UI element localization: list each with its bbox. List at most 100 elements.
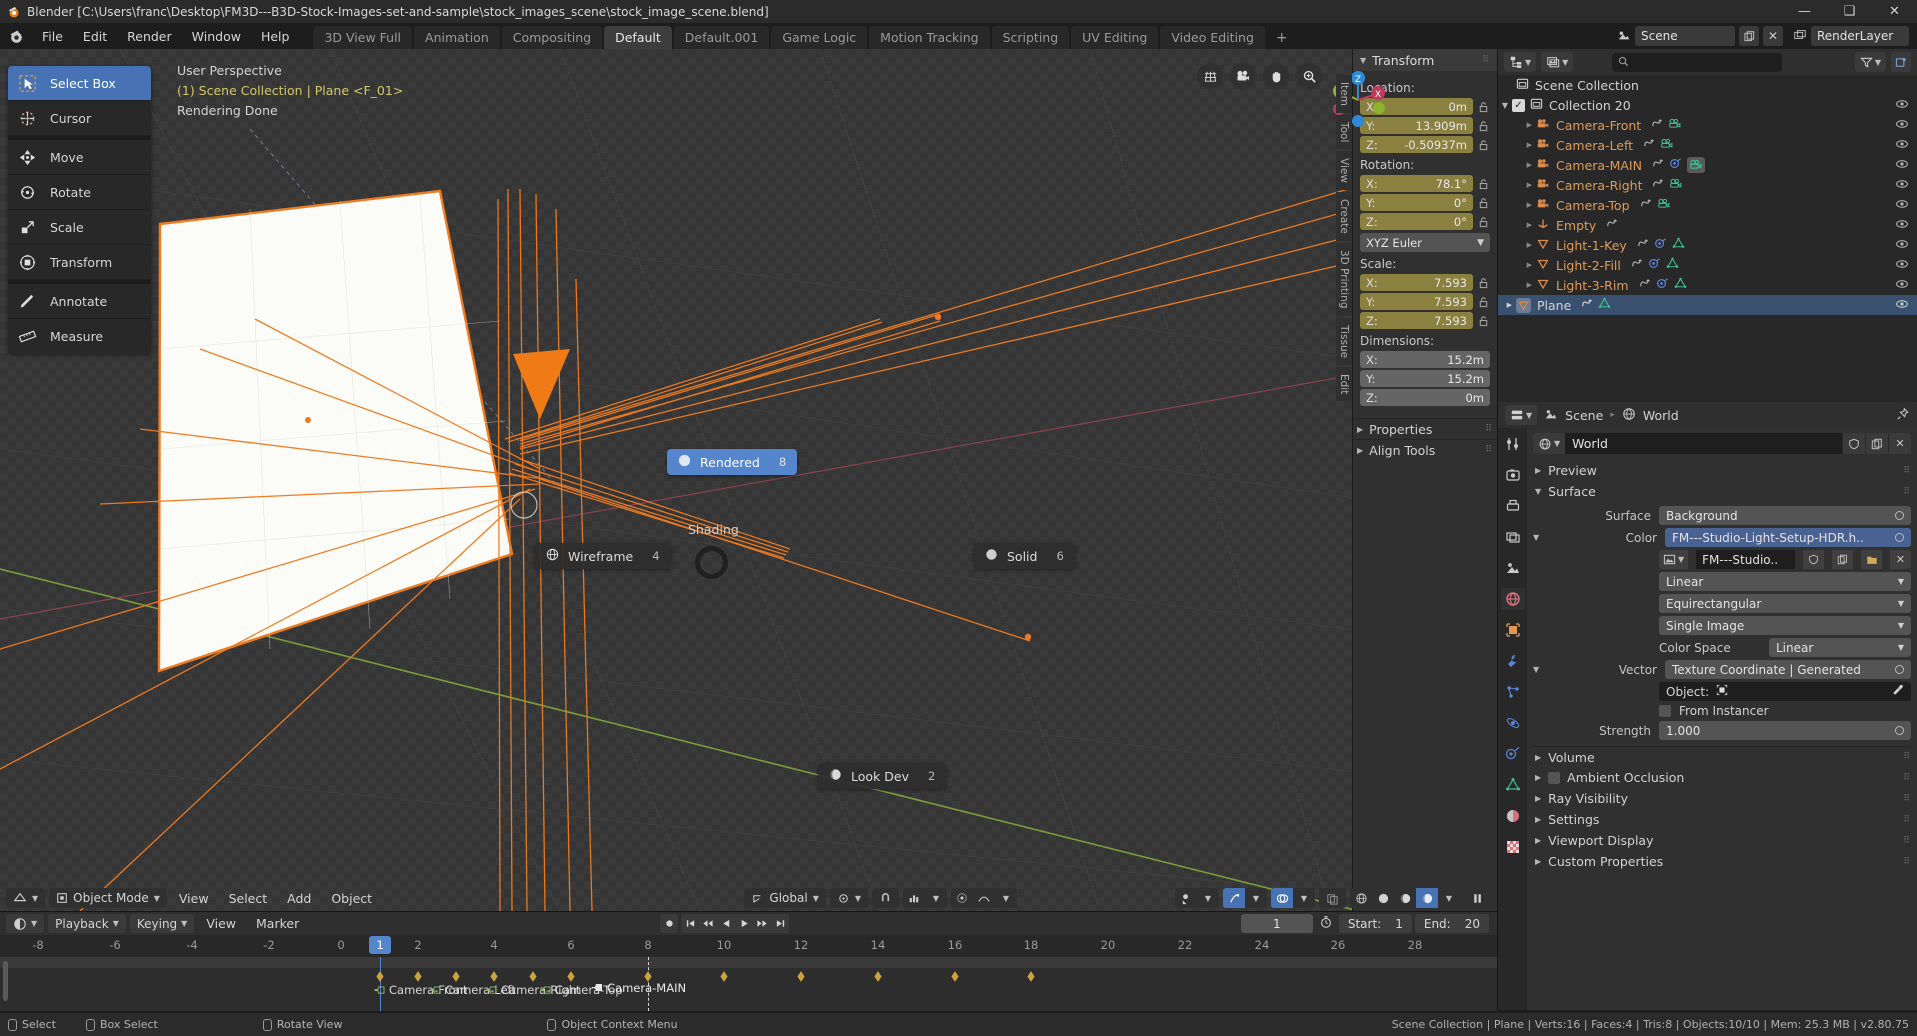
shading-solid-button[interactable] — [1372, 888, 1394, 908]
sidebar-tab-create[interactable]: Create — [1336, 192, 1352, 242]
timeline-ruler[interactable]: -8 -6 -4 -2 0 2 4 6 8 10 12 14 16 18 20 … — [0, 935, 1497, 957]
viewport-menu-select[interactable]: Select — [221, 891, 276, 906]
sidebar-tab-tissue[interactable]: Tissue — [1336, 317, 1352, 365]
properties-breadcrumb-scene[interactable]: Scene — [1565, 408, 1603, 423]
transform-panel-header[interactable]: ▼ Transform ⠿ — [1353, 49, 1497, 71]
socket-dot-icon[interactable] — [1895, 665, 1904, 674]
snap-magnet-toggle[interactable] — [872, 888, 899, 908]
show-gizmo-icon[interactable] — [1223, 888, 1245, 908]
rotation-x-field[interactable]: X: 78.1° — [1360, 175, 1473, 192]
keyframe-marker[interactable] — [376, 970, 385, 982]
chevron-right-icon[interactable]: ▶ — [1498, 221, 1536, 229]
viewport-menu-add[interactable]: Add — [279, 891, 319, 906]
dimensions-x-row[interactable]: X: 15.2m — [1360, 351, 1490, 368]
source-dropdown[interactable]: Single Image ▼ — [1659, 616, 1911, 635]
chevron-down-icon[interactable]: ▼ — [995, 888, 1017, 908]
maximize-button[interactable]: ❑ — [1827, 0, 1872, 23]
dimensions-y-field[interactable]: Y: 15.2m — [1360, 370, 1490, 387]
scale-y-field[interactable]: Y: 7.593 — [1360, 293, 1473, 310]
outliner-row-collection-20[interactable]: ▼ ✓ Collection 20 — [1498, 95, 1917, 115]
new-scene-button[interactable] — [1739, 26, 1759, 46]
properties-editor-type-selector[interactable]: ▼ — [1505, 405, 1538, 425]
mesh-data-icon[interactable] — [1598, 297, 1611, 313]
properties-tab-data[interactable] — [1501, 774, 1525, 796]
sidebar-tab-item[interactable]: Item — [1336, 75, 1352, 113]
jump-to-next-keyframe-button[interactable] — [753, 914, 771, 933]
sidebar-tab-3d-printing[interactable]: 3D Printing — [1336, 243, 1352, 316]
animation-icon[interactable] — [1605, 217, 1618, 233]
marker-camera-main[interactable]: Camera-MAIN — [591, 981, 686, 995]
animation-icon[interactable] — [1650, 117, 1663, 133]
shading-lookdev-button[interactable] — [1394, 888, 1416, 908]
pie-item-wireframe[interactable]: Wireframe 4 — [535, 543, 671, 569]
keyframe-marker[interactable] — [529, 970, 538, 982]
align-tools-section-header[interactable]: ▶ Align Tools ⠿ — [1353, 439, 1497, 460]
workspace-tab-default-001[interactable]: Default.001 — [673, 26, 770, 49]
properties-tab-physics[interactable] — [1501, 712, 1525, 734]
object-visibility-icon[interactable] — [1175, 888, 1197, 908]
lock-icon[interactable] — [1477, 138, 1490, 151]
fake-user-button[interactable] — [1842, 433, 1865, 454]
open-image-button[interactable] — [1861, 550, 1882, 569]
eye-icon[interactable] — [1895, 237, 1909, 254]
show-overlays-icon[interactable] — [1271, 888, 1293, 908]
camera-icon[interactable] — [1230, 63, 1256, 89]
properties-tab-material[interactable] — [1501, 805, 1525, 827]
scale-x-row[interactable]: X: 7.593 — [1360, 274, 1490, 291]
timeline-menu-marker[interactable]: Marker — [248, 916, 307, 931]
workspace-tab-compositing[interactable]: Compositing — [501, 26, 603, 49]
projection-dropdown[interactable]: Equirectangular ▼ — [1659, 594, 1911, 613]
eye-icon[interactable] — [1895, 277, 1909, 294]
workspace-tab-game-logic[interactable]: Game Logic — [771, 26, 868, 49]
outliner-row-light-1-key[interactable]: ▶ Light-1-Key — [1498, 235, 1917, 255]
auto-key-icon[interactable] — [1316, 915, 1336, 932]
outliner-row-camera-right[interactable]: ▶ Camera-Right — [1498, 175, 1917, 195]
rotation-z-row[interactable]: Z: 0° — [1360, 213, 1490, 230]
add-workspace-button[interactable]: + — [1267, 27, 1297, 49]
outliner-row-plane[interactable]: ▶ Plane — [1498, 295, 1917, 315]
ray-visibility-section-header[interactable]: ▶ Ray Visibility ⠿ — [1533, 788, 1911, 809]
mesh-data-icon[interactable] — [1666, 257, 1679, 273]
outliner-row-camera-top[interactable]: ▶ Camera-Top — [1498, 195, 1917, 215]
viewport-menu-view[interactable]: View — [171, 891, 217, 906]
keyframe-marker[interactable] — [414, 970, 423, 982]
lock-icon[interactable] — [1477, 276, 1490, 289]
jump-to-prev-keyframe-button[interactable] — [699, 914, 717, 933]
outliner-editor-type-selector[interactable]: ▼ — [1504, 52, 1537, 72]
color-value[interactable]: FM---Studio-Light-Setup-HDR.h.. — [1665, 528, 1911, 547]
unlink-image-button[interactable]: ✕ — [1890, 550, 1911, 569]
chevron-down-icon[interactable]: ▼ — [925, 888, 947, 908]
new-collection-button[interactable] — [1891, 52, 1911, 72]
viewport-display-section-header[interactable]: ▶ Viewport Display ⠿ — [1533, 830, 1911, 851]
scale-y-row[interactable]: Y: 7.593 — [1360, 293, 1490, 310]
shading-mode-group[interactable]: ▼ — [1350, 888, 1460, 908]
chevron-right-icon[interactable]: ▶ — [1498, 201, 1536, 209]
outliner-row-camera-left[interactable]: ▶ Camera-Left — [1498, 135, 1917, 155]
vector-value[interactable]: Texture Coordinate | Generated — [1665, 660, 1911, 679]
eye-icon[interactable] — [1895, 217, 1909, 234]
pause-render-button[interactable] — [1464, 888, 1491, 908]
sidebar-tab-tool[interactable]: Tool — [1336, 114, 1352, 150]
tool-cursor[interactable]: Cursor — [8, 101, 151, 136]
eye-icon[interactable] — [1895, 97, 1909, 114]
workspace-tab-default[interactable]: Default — [604, 26, 672, 49]
socket-dot-icon[interactable] — [1895, 511, 1904, 520]
chevron-right-icon[interactable]: ▶ — [1498, 181, 1536, 189]
eye-icon[interactable] — [1895, 137, 1909, 154]
close-button[interactable]: ✕ — [1872, 0, 1917, 23]
keyframe-marker[interactable] — [644, 970, 653, 982]
overlays-group[interactable]: ▼ — [1271, 888, 1315, 908]
proportional-edit-icon[interactable] — [951, 888, 973, 908]
timeline-scroll-handle[interactable] — [3, 961, 8, 1001]
eye-icon[interactable] — [1895, 117, 1909, 134]
animation-icon[interactable] — [1651, 157, 1664, 173]
preview-section-header[interactable]: ▶ Preview ⠿ — [1533, 460, 1911, 481]
tool-rotate[interactable]: Rotate — [8, 175, 151, 210]
chevron-right-icon[interactable]: ▶ — [1498, 241, 1536, 249]
outliner-row-light-3-rim[interactable]: ▶ Light-3-Rim — [1498, 275, 1917, 295]
timeline-menu-keying[interactable]: Keying ▼ — [129, 914, 195, 933]
visibility-group[interactable]: ▼ — [1175, 888, 1219, 908]
keyframe-marker[interactable] — [567, 970, 576, 982]
blender-menu-icon[interactable] — [6, 26, 26, 46]
lock-icon[interactable] — [1477, 295, 1490, 308]
